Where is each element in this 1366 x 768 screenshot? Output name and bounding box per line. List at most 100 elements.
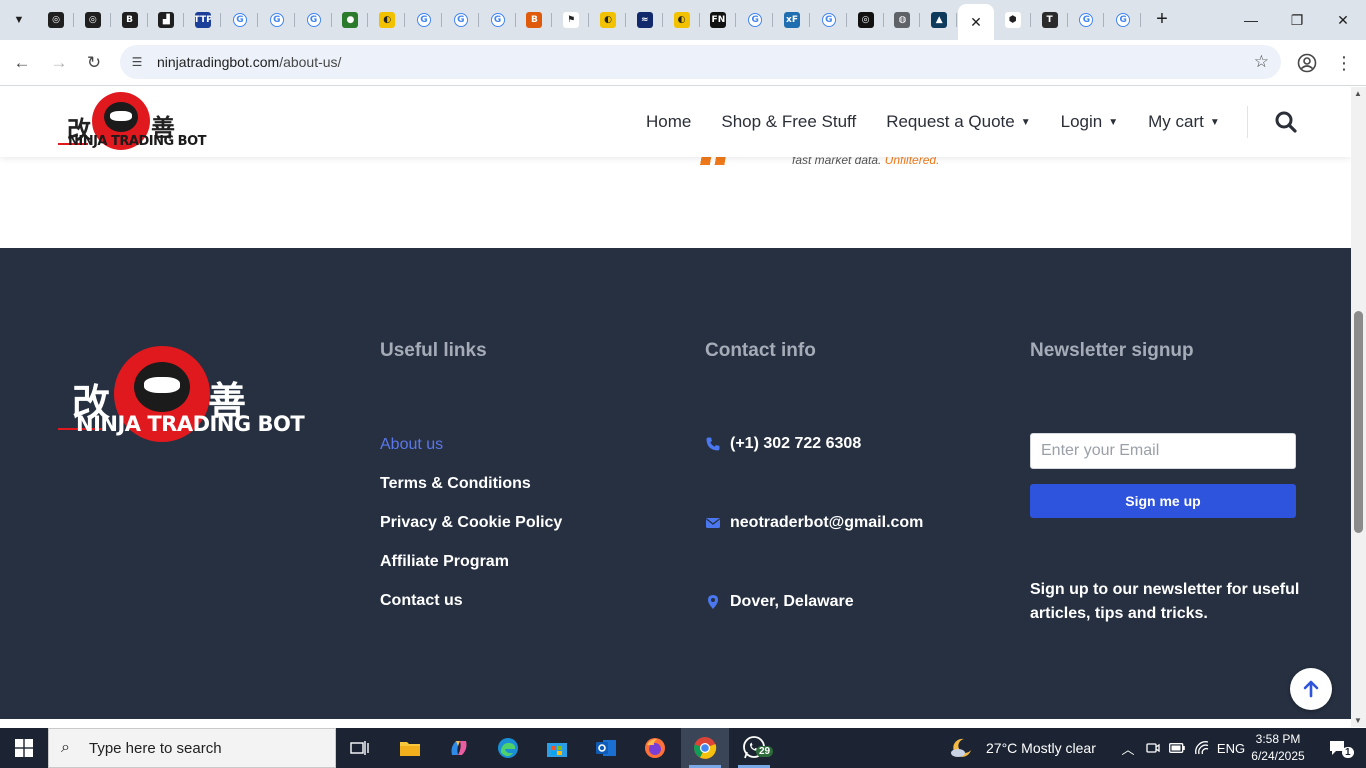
google-icon: G [306, 13, 321, 27]
profile-icon[interactable] [1294, 50, 1320, 76]
footer-link-terms[interactable]: Terms & Conditions [380, 475, 531, 493]
whatsapp-app[interactable]: 29 [730, 728, 778, 768]
contact-email[interactable]: neotraderbot@gmail.com [705, 514, 923, 532]
footer-logo[interactable]: 改 善 NINJA TRADING BOT [56, 346, 305, 446]
site-logo[interactable]: 改 善 NINJA TRADING BOT [56, 92, 207, 154]
taskbar-search-placeholder: Type here to search [89, 739, 222, 757]
minimize-button[interactable]: — [1228, 0, 1274, 40]
url-text[interactable]: ninjatradingbot.com/about-us/ [157, 54, 341, 70]
nav-item-home[interactable]: Home [646, 112, 691, 132]
newsletter-email-input[interactable] [1030, 433, 1296, 469]
clock-date: 6/24/2025 [1251, 749, 1305, 763]
notification-center-button[interactable]: 1 [1318, 728, 1358, 768]
google-icon: G [1116, 13, 1131, 27]
meet-now-icon[interactable] [1143, 728, 1163, 768]
search-icon[interactable] [1273, 109, 1299, 135]
system-clock[interactable]: 3:58 PM 6/24/2025 [1248, 731, 1308, 765]
weather-widget[interactable]: 27°C Mostly clear [950, 728, 1096, 768]
browser-tab[interactable]: ▟ [148, 6, 185, 34]
windows-start-button[interactable] [0, 728, 48, 768]
browser-tab[interactable]: ≈ [627, 6, 663, 34]
browser-tab[interactable]: FN [700, 6, 737, 34]
browser-tab[interactable]: G [443, 6, 479, 34]
new-tab-button[interactable]: + [1150, 7, 1174, 31]
browser-tab[interactable]: G [406, 6, 442, 34]
sign-me-up-button[interactable]: Sign me up [1030, 484, 1296, 518]
weather-text: 27°C Mostly clear [986, 740, 1096, 756]
nav-item-login[interactable]: Login ▼ [1061, 112, 1119, 132]
close-window-button[interactable]: ✕ [1320, 0, 1366, 40]
globe-icon: ◍ [894, 12, 911, 28]
back-button[interactable]: ← [7, 48, 37, 78]
useful-links-title: Useful links [380, 340, 487, 361]
browser-tab[interactable]: ◎ [848, 6, 884, 34]
address-bar[interactable]: ☰ ninjatradingbot.com/about-us/ ☆ [120, 45, 1281, 79]
close-tab-icon[interactable]: ✕ [970, 14, 982, 31]
file-explorer-app[interactable] [386, 728, 434, 768]
browser-tab[interactable]: ◐ [664, 6, 700, 34]
browser-tab[interactable]: G [296, 6, 332, 34]
browser-tab[interactable]: G [737, 6, 774, 34]
browser-tab[interactable]: G [1105, 6, 1142, 34]
browser-tab[interactable]: ◐ [590, 6, 626, 34]
browser-tab[interactable]: ● [332, 6, 369, 34]
browser-tab[interactable]: T [1032, 6, 1068, 34]
contact-phone[interactable]: (+1) 302 722 6308 [705, 435, 861, 453]
browser-tab[interactable]: ◎ [38, 6, 74, 34]
nav-item-label: Request a Quote [886, 112, 1015, 131]
google-icon: G [748, 13, 763, 27]
browser-tab[interactable]: ◐ [369, 6, 406, 34]
browser-menu-button[interactable]: ⋮ [1332, 50, 1356, 76]
tab-search-button[interactable]: ▼ [6, 7, 32, 33]
copilot-app[interactable] [435, 728, 483, 768]
forward-button[interactable]: → [44, 48, 74, 78]
browser-tab[interactable]: G [480, 6, 516, 34]
browser-tab[interactable]: G [811, 6, 847, 34]
task-view-button[interactable] [336, 728, 384, 768]
browser-tab[interactable]: ⬢ [995, 6, 1031, 34]
page-scrollbar[interactable]: ▲ ▼ [1351, 87, 1366, 727]
nav-item-request-a-quote[interactable]: Request a Quote ▼ [886, 112, 1030, 132]
scroll-up-arrow-icon[interactable]: ▲ [1354, 89, 1362, 98]
taskbar-search-box[interactable]: ⌕ Type here to search [48, 728, 336, 768]
footer-link-privacy[interactable]: Privacy & Cookie Policy [380, 514, 562, 532]
network-icon[interactable] [1192, 728, 1212, 768]
input-language-indicator[interactable]: ENG [1216, 728, 1246, 768]
footer-link-affiliate[interactable]: Affiliate Program [380, 553, 509, 571]
tab-separator [1140, 13, 1142, 27]
browser-tab[interactable]: ◎ [75, 6, 111, 34]
orange-b-icon: B [526, 12, 543, 28]
browser-tab[interactable]: ▲ [921, 6, 958, 34]
browser-tab[interactable]: xF [774, 6, 810, 34]
newsletter-title: Newsletter signup [1030, 340, 1194, 361]
chrome-app[interactable] [681, 728, 729, 768]
nav-item-shop-free-stuff[interactable]: Shop & Free Stuff [721, 112, 856, 132]
browser-tab[interactable]: TTP [185, 6, 222, 34]
bookmark-star-icon[interactable]: ☆ [1254, 52, 1269, 72]
browser-tab[interactable]: ⚑ [553, 6, 590, 34]
copilot-icon [451, 741, 467, 755]
restore-button[interactable]: ❐ [1274, 0, 1320, 40]
active-tab[interactable]: ✕ [958, 4, 994, 40]
outlook-app[interactable] [582, 728, 630, 768]
browser-tab[interactable]: G [259, 6, 295, 34]
footer-link-about-us[interactable]: About us [380, 436, 443, 454]
show-hidden-icons-chevron-icon[interactable]: ︿ [1118, 728, 1138, 768]
edge-app[interactable] [484, 728, 532, 768]
browser-tab[interactable]: B [516, 6, 553, 34]
nav-item-my-cart[interactable]: My cart ▼ [1148, 112, 1220, 132]
browser-tab[interactable]: ◍ [884, 6, 921, 34]
scroll-down-arrow-icon[interactable]: ▼ [1354, 716, 1362, 725]
footer-link-contact[interactable]: Contact us [380, 592, 463, 610]
openai-square-icon: ◎ [857, 12, 874, 28]
firefox-app[interactable] [631, 728, 679, 768]
battery-icon[interactable] [1167, 728, 1187, 768]
site-info-icon[interactable]: ☰ [127, 52, 147, 72]
back-to-top-button[interactable] [1290, 668, 1332, 710]
browser-tab[interactable]: G [222, 6, 258, 34]
microsoft-store-app[interactable] [533, 728, 581, 768]
browser-tab[interactable]: B [112, 6, 148, 34]
scrollbar-thumb[interactable] [1354, 311, 1363, 533]
browser-tab[interactable]: G [1068, 6, 1105, 34]
reload-button[interactable]: ↻ [79, 48, 109, 78]
